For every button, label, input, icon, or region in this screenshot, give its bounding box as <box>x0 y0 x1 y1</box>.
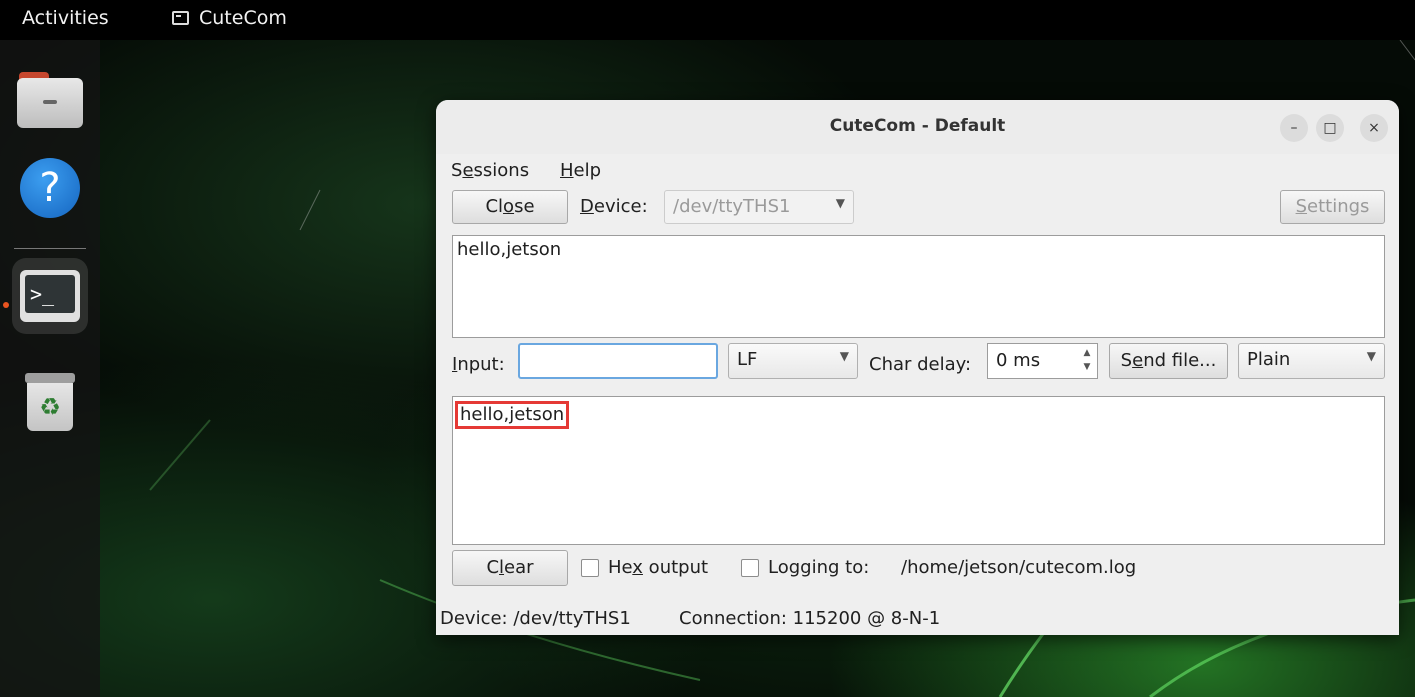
logging-checkbox[interactable] <box>741 559 759 577</box>
log-text-highlighted: hello,jetson <box>455 401 570 429</box>
status-connection: Connection: 115200 @ 8-N-1 <box>679 608 941 629</box>
dock-item-files[interactable] <box>12 62 88 138</box>
send-file-button[interactable]: Send file... <box>1109 343 1228 379</box>
logging-label: Logging to: <box>768 557 870 578</box>
line-ending-combobox[interactable]: LF ▼ <box>728 343 858 379</box>
char-delay-label: Char delay: <box>869 354 972 375</box>
output-text-area[interactable]: hello,jetson <box>452 235 1385 338</box>
cutecom-window: CuteCom - Default – □ × Sessions Help Cl… <box>436 100 1399 635</box>
app-menu-label: CuteCom <box>199 7 287 29</box>
app-menu[interactable]: CuteCom <box>172 7 287 29</box>
help-icon: ? <box>20 158 80 218</box>
log-text-area[interactable]: hello,jetson <box>452 396 1385 545</box>
terminal-icon: >_ <box>20 270 80 322</box>
input-label: Input: <box>452 354 505 375</box>
hex-output-checkbox[interactable] <box>581 559 599 577</box>
hex-output-label: Hex output <box>608 557 709 578</box>
menu-sessions[interactable]: Sessions <box>451 160 529 181</box>
dock-item-terminal[interactable]: >_ <box>12 258 88 334</box>
spin-arrows-icon[interactable]: ▲ ▼ <box>1079 346 1095 376</box>
settings-button[interactable]: Settings <box>1280 190 1385 224</box>
trash-icon: ♻ <box>25 373 75 433</box>
menu-help[interactable]: Help <box>560 160 601 181</box>
format-combobox[interactable]: Plain ▼ <box>1238 343 1385 379</box>
chevron-down-icon: ▼ <box>839 349 849 363</box>
dock-item-help[interactable]: ? <box>12 150 88 226</box>
dock-item-trash[interactable]: ♻ <box>12 365 88 441</box>
chevron-down-icon: ▼ <box>1366 349 1376 363</box>
top-bar: Activities CuteCom <box>0 0 1415 40</box>
files-icon <box>17 72 83 128</box>
chevron-down-icon: ▼ <box>835 196 845 210</box>
device-label: Device: <box>580 196 648 217</box>
dock-separator <box>14 248 86 249</box>
device-combobox[interactable]: /dev/ttyTHS1 ▼ <box>664 190 854 224</box>
char-delay-spinbox[interactable]: 0 ms ▲ ▼ <box>987 343 1098 379</box>
activities-button[interactable]: Activities <box>22 7 109 29</box>
clear-button[interactable]: Clear <box>452 550 568 586</box>
terminal-app-icon <box>172 11 189 25</box>
dock: ? >_ ♻ <box>0 40 100 697</box>
running-indicator <box>3 302 9 308</box>
input-field[interactable] <box>518 343 718 379</box>
minimize-button[interactable]: – <box>1280 114 1308 142</box>
close-window-button[interactable]: × <box>1360 114 1388 142</box>
window-title: CuteCom - Default <box>829 116 1006 136</box>
maximize-button[interactable]: □ <box>1316 114 1344 142</box>
status-device: Device: /dev/ttyTHS1 <box>440 608 631 629</box>
title-bar[interactable]: CuteCom - Default – □ × <box>436 100 1399 154</box>
output-text: hello,jetson <box>457 239 562 260</box>
menu-bar: Sessions Help <box>436 156 1399 186</box>
close-port-button[interactable]: Close <box>452 190 568 224</box>
log-path: /home/jetson/cutecom.log <box>901 557 1137 578</box>
